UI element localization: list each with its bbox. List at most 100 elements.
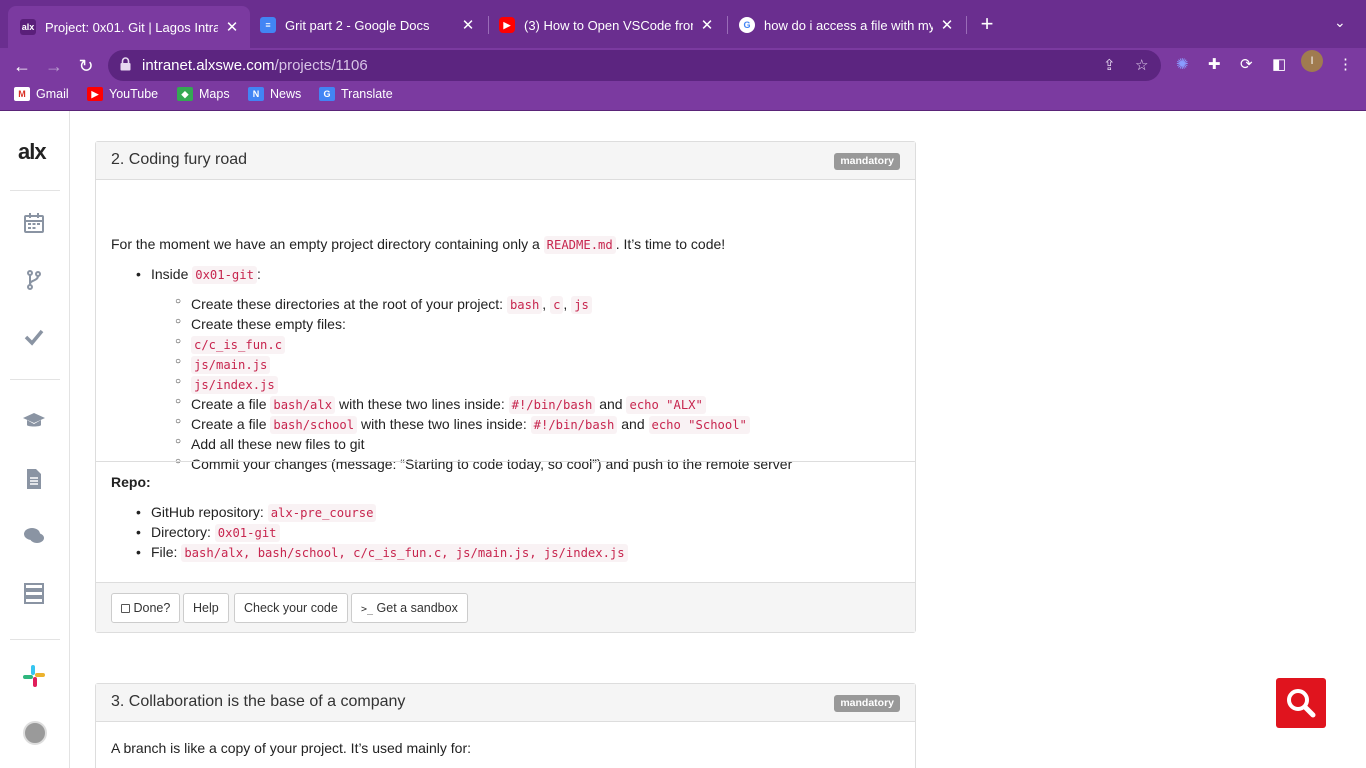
browser-tab-strip: alx Project: 0x01. Git | Lagos Intranet … — [0, 0, 1366, 48]
tab-title: Project: 0x01. Git | Lagos Intranet — [45, 19, 218, 35]
forward-arrow-icon[interactable]: → — [40, 52, 68, 80]
repo-value: bash/alx, bash/school, c/c_is_fun.c, js/… — [181, 544, 628, 562]
tab-google-search[interactable]: G how do i access a file with my termina… — [727, 8, 965, 42]
bookmark-gmail[interactable]: M Gmail — [14, 87, 69, 101]
list-item-files: Create these empty files: — [175, 316, 346, 332]
git-branch-icon[interactable] — [22, 268, 46, 292]
google-favicon-icon: G — [739, 17, 755, 33]
inside-colon: : — [256, 266, 261, 282]
task-intro: A branch is like a copy of your project.… — [111, 740, 472, 756]
intro-text-end: . It’s time to code! — [615, 236, 726, 252]
close-tab-icon[interactable]: ✕ — [460, 16, 476, 34]
news-icon: N — [248, 87, 264, 101]
bookmark-translate[interactable]: G Translate — [319, 87, 393, 101]
bookmark-youtube[interactable]: ▶ YouTube — [87, 87, 158, 101]
bookmark-label: YouTube — [109, 87, 159, 101]
code-file: bash/school — [270, 416, 358, 434]
code-echo: echo "School" — [648, 416, 750, 434]
done-button[interactable]: Done? — [111, 593, 181, 623]
mandatory-badge: mandatory — [834, 695, 900, 712]
lock-icon — [120, 57, 131, 71]
help-button[interactable]: Help — [183, 593, 229, 623]
code-dir: 0x01-git — [192, 266, 257, 284]
server-icon[interactable] — [22, 581, 46, 605]
tab-title: (3) How to Open VSCode from Terminal — [524, 17, 693, 33]
search-button[interactable] — [1276, 678, 1326, 728]
task-header: 3. Collaboration is the base of a compan… — [96, 684, 915, 722]
check-code-button[interactable]: Check your code — [234, 593, 348, 623]
slack-icon[interactable] — [22, 664, 46, 688]
url-domain: intranet.alxswe.com — [142, 57, 275, 74]
performance-icon[interactable]: ⟳ — [1240, 55, 1253, 73]
user-avatar[interactable] — [23, 721, 47, 745]
tab-google-docs[interactable]: ≡ Grit part 2 - Google Docs ✕ — [248, 8, 486, 42]
sidebar: alx — [0, 111, 70, 768]
extensions-puzzle-icon[interactable]: ✚ — [1208, 55, 1221, 73]
task-intro: For the moment we have an empty project … — [111, 236, 726, 254]
list-item-school-file: Create a file bash/school with these two… — [175, 416, 750, 434]
step-text: Add all these new files to git — [191, 436, 365, 452]
code-readme: README.md — [543, 236, 616, 254]
share-icon[interactable]: ⇪ — [1103, 56, 1116, 74]
section-divider — [96, 461, 915, 462]
profile-avatar[interactable]: I — [1301, 50, 1323, 72]
extension-gear-icon[interactable]: ✺ — [1176, 55, 1189, 73]
chat-icon[interactable] — [22, 524, 46, 548]
menu-kebab-icon[interactable]: ⋮ — [1338, 55, 1353, 73]
code-shebang: #!/bin/bash — [530, 416, 618, 434]
task-title: 3. Collaboration is the base of a compan… — [111, 693, 406, 710]
tab-title: how do i access a file with my terminal — [764, 17, 933, 33]
calendar-icon[interactable] — [22, 211, 46, 235]
sandbox-label: Get a sandbox — [376, 601, 458, 615]
list-item-file: js/index.js — [175, 376, 278, 394]
sandbox-button[interactable]: >_ Get a sandbox — [351, 593, 468, 623]
repo-heading: Repo: — [111, 474, 151, 490]
step-text: with these two lines inside: — [360, 416, 527, 432]
step-text: Create a file — [191, 396, 267, 412]
list-item-add: Add all these new files to git — [175, 436, 365, 452]
bookmark-news[interactable]: N News — [248, 87, 301, 101]
list-item-file: js/main.js — [175, 356, 271, 374]
document-icon[interactable] — [22, 467, 46, 491]
task-title: 2. Coding fury road — [111, 151, 248, 168]
tab-youtube[interactable]: ▶ (3) How to Open VSCode from Terminal ✕ — [487, 8, 725, 42]
repo-value: alx-pre_course — [267, 504, 377, 522]
address-bar[interactable]: intranet.alxswe.com/projects/1106 ⇪ ☆ — [108, 50, 1161, 81]
gmail-icon: M — [14, 87, 30, 101]
search-icon — [1287, 689, 1316, 718]
bookmark-label: Gmail — [36, 87, 69, 101]
code-file: c/c_is_fun.c — [191, 336, 286, 354]
side-panel-icon[interactable]: ◧ — [1272, 55, 1286, 73]
browser-toolbar: ← → ↻ intranet.alxswe.com/projects/1106 … — [0, 48, 1366, 84]
maps-icon: ◆ — [177, 87, 193, 101]
list-item-dirs: Create these directories at the root of … — [175, 296, 592, 314]
alx-logo[interactable]: alx — [18, 139, 47, 165]
code-js: js — [571, 296, 592, 314]
youtube-favicon-icon: ▶ — [499, 17, 515, 33]
close-tab-icon[interactable]: ✕ — [699, 16, 715, 34]
graduation-cap-icon[interactable] — [22, 409, 46, 433]
bookmark-maps[interactable]: ◆ Maps — [177, 87, 230, 101]
code-file: js/index.js — [191, 376, 278, 394]
new-tab-icon[interactable]: + — [976, 12, 998, 36]
terminal-icon: >_ — [361, 604, 374, 615]
sidebar-divider — [10, 639, 60, 640]
list-item-commit: Commit your changes (message: “Starting … — [175, 456, 792, 472]
list-item-alx-file: Create a file bash/alx with these two li… — [175, 396, 706, 414]
docs-favicon-icon: ≡ — [260, 17, 276, 33]
check-icon[interactable] — [22, 325, 46, 349]
close-tab-icon[interactable]: ✕ — [224, 18, 240, 36]
back-arrow-icon[interactable]: ← — [8, 52, 36, 80]
code-file: bash/alx — [270, 396, 336, 414]
tab-alx-intranet[interactable]: alx Project: 0x01. Git | Lagos Intranet … — [8, 6, 250, 48]
intro-text: For the moment we have an empty project … — [111, 236, 540, 252]
bookmark-star-icon[interactable]: ☆ — [1135, 56, 1148, 74]
url-text: intranet.alxswe.com/projects/1106 — [142, 57, 368, 74]
code-c: c — [550, 296, 564, 314]
reload-icon[interactable]: ↻ — [72, 52, 100, 80]
tab-search-chevron-icon[interactable]: ⌄ — [1334, 14, 1346, 31]
close-tab-icon[interactable]: ✕ — [939, 16, 955, 34]
task-card-2: 2. Coding fury road mandatory For the mo… — [95, 141, 916, 633]
sidebar-divider — [10, 190, 60, 191]
list-item-file: c/c_is_fun.c — [175, 336, 286, 354]
